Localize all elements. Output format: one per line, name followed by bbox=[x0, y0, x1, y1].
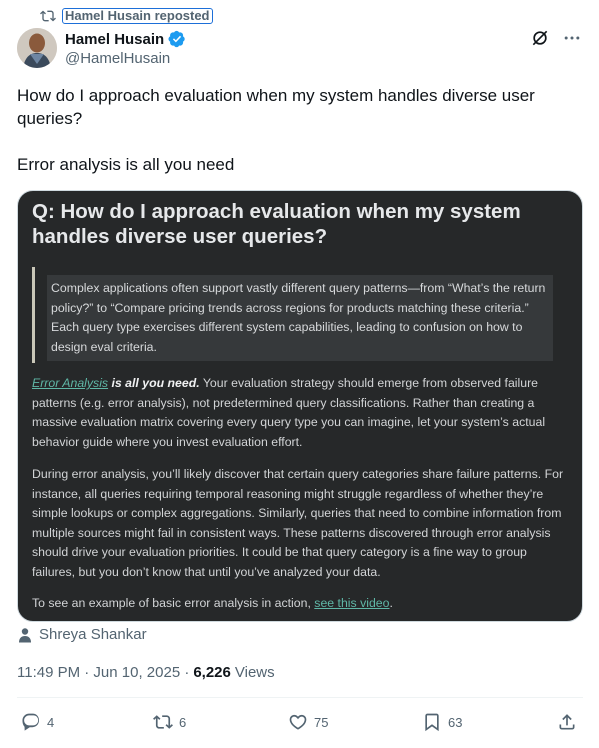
views-count: 6,226 bbox=[193, 664, 231, 681]
image-paragraph-3-end: . bbox=[389, 596, 393, 610]
bookmark-button[interactable]: 63 bbox=[422, 712, 462, 732]
reply-count: 4 bbox=[47, 714, 55, 730]
image-title: Q: How do I approach evaluation when my … bbox=[32, 200, 521, 248]
video-link[interactable]: see this video bbox=[314, 596, 389, 610]
image-paragraph-3-text: To see an example of basic error analysi… bbox=[32, 596, 315, 610]
image-paragraph-1: Error Analysis is all you need. Your eva… bbox=[32, 374, 572, 452]
avatar[interactable] bbox=[17, 28, 57, 68]
tweet-line-2: Error analysis is all you need bbox=[17, 155, 235, 174]
person-icon bbox=[19, 627, 31, 642]
avatar-image bbox=[17, 28, 57, 68]
grok-icon[interactable] bbox=[530, 28, 550, 48]
repost-icon bbox=[153, 715, 173, 729]
author-name[interactable]: Hamel Husain bbox=[65, 31, 164, 48]
tweet-timestamp[interactable]: 11:49 PM · Jun 10, 2025 · bbox=[17, 664, 189, 681]
author-block: Hamel Husain @HamelHusain bbox=[65, 30, 186, 67]
bookmark-count: 63 bbox=[448, 714, 463, 730]
more-icon[interactable] bbox=[562, 28, 582, 48]
reply-icon bbox=[22, 713, 40, 731]
repost-count: 6 bbox=[179, 714, 187, 730]
divider bbox=[17, 697, 583, 698]
top-actions bbox=[530, 28, 582, 48]
like-icon bbox=[289, 714, 307, 730]
like-button[interactable]: 75 bbox=[288, 712, 328, 732]
like-count: 75 bbox=[314, 714, 329, 730]
tweet-text: How do I approach evaluation when my sys… bbox=[17, 84, 577, 199]
author-handle[interactable]: @HamelHusain bbox=[65, 50, 186, 67]
share-icon bbox=[559, 714, 575, 730]
share-button[interactable] bbox=[557, 712, 577, 732]
verified-icon bbox=[168, 30, 185, 48]
action-bar: 4 6 75 63 bbox=[17, 712, 583, 736]
repost-indicator: Hamel Husain reposted bbox=[40, 7, 213, 25]
repost-label[interactable]: Hamel Husain reposted bbox=[62, 8, 213, 24]
error-analysis-link[interactable]: Error Analysis bbox=[32, 376, 108, 390]
repost-button[interactable]: 6 bbox=[153, 712, 186, 732]
source-name[interactable]: Shreya Shankar bbox=[39, 626, 147, 643]
image-bold-text: is all you need. bbox=[108, 376, 200, 390]
bookmark-icon bbox=[425, 713, 439, 732]
reply-button[interactable]: 4 bbox=[21, 712, 54, 732]
tweet-line-1: How do I approach evaluation when my sys… bbox=[17, 86, 535, 128]
repost-icon bbox=[40, 10, 56, 22]
image-quote: Complex applications often support vastl… bbox=[32, 267, 554, 363]
tweet-image[interactable]: Q: How do I approach evaluation when my … bbox=[17, 190, 583, 622]
image-paragraph-2: During error analysis, you’ll likely dis… bbox=[32, 467, 564, 579]
image-source: Shreya Shankar bbox=[17, 626, 147, 643]
tweet-meta: 11:49 PM · Jun 10, 2025 · 6,226 Views bbox=[17, 664, 275, 681]
image-quote-text: Complex applications often support vastl… bbox=[47, 275, 553, 361]
views-label: Views bbox=[234, 664, 275, 681]
image-paragraph-3: To see an example of basic error analysi… bbox=[32, 594, 572, 614]
